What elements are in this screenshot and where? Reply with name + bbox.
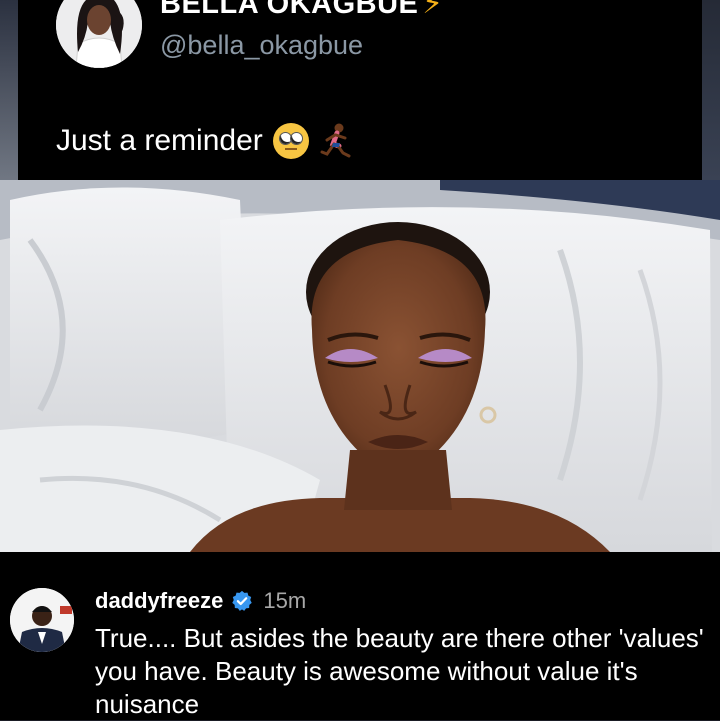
comment-item[interactable]: daddyfreeze 15m True.... But asides the … — [0, 552, 720, 720]
tweet-text: Just a reminder — [56, 122, 353, 160]
comment-avatar[interactable] — [10, 588, 74, 652]
avatar[interactable] — [56, 0, 142, 68]
tweet-card[interactable]: BELLA OKAGBUE ⚡ @bella_okagbue Just a rem… — [18, 0, 702, 180]
running-woman-emoji — [320, 123, 351, 158]
tweet-text-content: Just a reminder — [56, 124, 263, 157]
user-photo-icon — [10, 588, 74, 652]
tweet-handle[interactable]: @bella_okagbue — [160, 30, 363, 61]
comment-timestamp: 15m — [263, 588, 307, 613]
verified-badge-icon — [232, 590, 253, 611]
comment-username[interactable]: daddyfreeze — [95, 588, 223, 614]
post-photo[interactable] — [0, 180, 720, 552]
profile-photo-icon — [56, 0, 142, 68]
tweet-display-name[interactable]: BELLA OKAGBUE ⚡ — [160, 0, 443, 21]
woman-on-pillow-photo — [0, 180, 720, 552]
face-with-rolling-eyes-emoji — [272, 123, 309, 159]
comment-header: daddyfreeze 15m — [95, 588, 306, 614]
display-name-text: BELLA OKAGBUE — [160, 0, 419, 20]
comment-text: True.... But asides the beauty are there… — [95, 623, 704, 719]
lightning-bolt-icon: ⚡ — [422, 0, 444, 20]
